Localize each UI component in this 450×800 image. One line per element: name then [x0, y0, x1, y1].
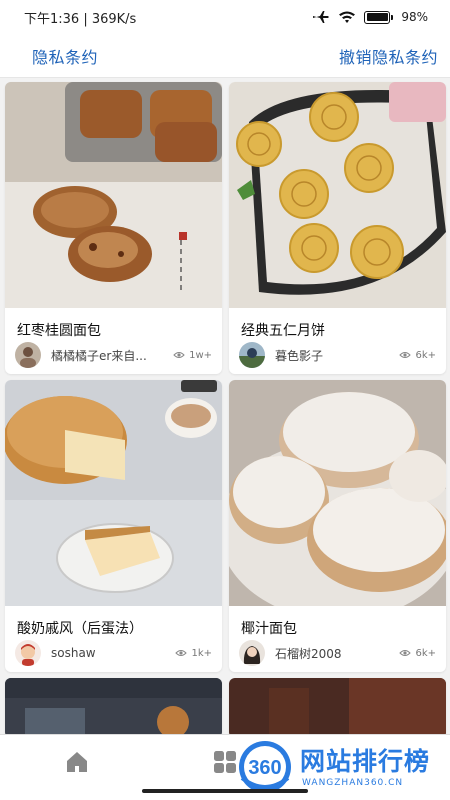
recipe-image [5, 82, 222, 308]
author-avatar [15, 640, 41, 666]
home-indicator[interactable] [142, 789, 308, 793]
author-avatar [239, 342, 265, 368]
recipe-title: 经典五仁月饼 [241, 323, 325, 339]
wifi-icon [339, 11, 356, 23]
privacy-policy-link[interactable]: 隐私条约 [32, 44, 98, 68]
recipe-grid: 红枣桂圆面包 橘橘橘子er来自... 1w+ 经典五仁月饼 暮色影子 6k+ 酸… [0, 78, 450, 734]
eye-icon [399, 352, 412, 358]
airplane-icon [313, 11, 330, 23]
watermark-logo: 360 [239, 741, 291, 793]
revoke-privacy-link[interactable]: 撤销隐私条约 [339, 44, 438, 68]
author-name: 橘橘橘子er来自... [51, 348, 147, 363]
eye-icon [399, 650, 412, 656]
battery-level: 98% [401, 10, 428, 24]
recipe-image [229, 82, 446, 308]
view-count: 6k+ [399, 648, 436, 659]
watermark-number: 360 [248, 757, 281, 779]
watermark-subtitle: WANGZHAN360.CN [302, 778, 404, 788]
recipe-title: 红枣桂圆面包 [17, 323, 101, 339]
view-count-value: 6k+ [415, 647, 436, 659]
recipe-card[interactable]: 红枣桂圆面包 橘橘橘子er来自... 1w+ [5, 82, 222, 374]
view-count: 1k+ [175, 648, 212, 659]
status-icons: 98% [312, 10, 428, 24]
status-time: 下午1:36 | 369K/s [24, 11, 137, 27]
recipe-meta: 石榴树2008 6k+ [239, 640, 436, 666]
recipe-card[interactable]: 酸奶戚风（后蛋法） soshaw 1k+ [5, 380, 222, 672]
grid-icon[interactable] [212, 749, 238, 775]
battery-icon [364, 10, 394, 24]
view-count-value: 1k+ [191, 647, 212, 659]
recipe-meta: soshaw 1k+ [15, 640, 212, 666]
view-count: 6k+ [399, 350, 436, 361]
view-count-value: 6k+ [415, 349, 436, 361]
home-icon[interactable] [64, 749, 90, 775]
recipe-image [229, 380, 446, 606]
author-avatar [239, 640, 265, 666]
view-count: 1w+ [173, 350, 212, 361]
eye-icon [175, 650, 188, 656]
author-avatar [15, 342, 41, 368]
recipe-card[interactable] [229, 678, 446, 734]
recipe-card[interactable]: 经典五仁月饼 暮色影子 6k+ [229, 82, 446, 374]
recipe-meta: 橘橘橘子er来自... 1w+ [15, 342, 212, 368]
recipe-title: 酸奶戚风（后蛋法） [17, 621, 143, 637]
author-name: soshaw [51, 646, 96, 660]
recipe-title: 椰汁面包 [241, 621, 297, 637]
author-name: 暮色影子 [275, 348, 324, 363]
status-bar: 下午1:36 | 369K/s 98% [0, 0, 450, 34]
top-bar: 隐私条约 撤销隐私条约 [0, 34, 450, 78]
recipe-image [5, 380, 222, 606]
eye-icon [173, 352, 185, 358]
author-name: 石榴树2008 [275, 646, 342, 661]
recipe-meta: 暮色影子 6k+ [239, 342, 436, 368]
watermark: 360 网站排行榜 WANGZHAN360.CN [236, 738, 448, 796]
recipe-image [229, 678, 446, 734]
recipe-image [5, 678, 222, 734]
recipe-card[interactable] [5, 678, 222, 734]
recipe-card[interactable]: 椰汁面包 石榴树2008 6k+ [229, 380, 446, 672]
watermark-title: 网站排行榜 [300, 747, 431, 776]
view-count-value: 1w+ [189, 349, 212, 361]
